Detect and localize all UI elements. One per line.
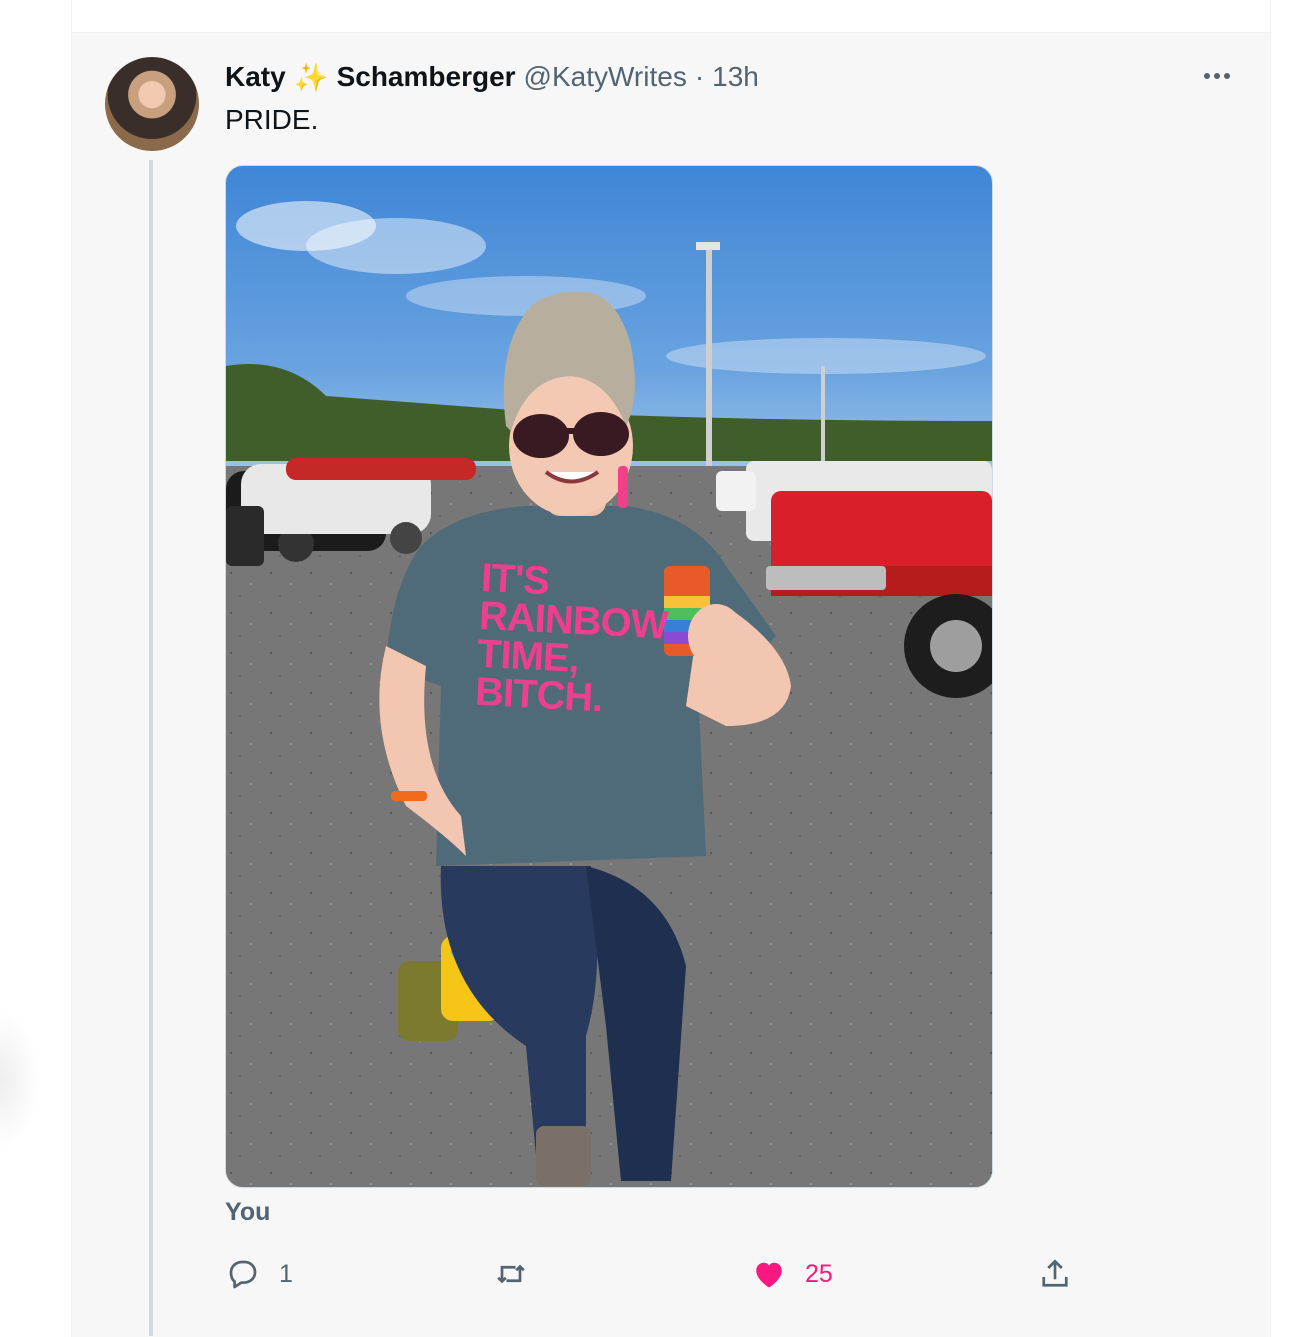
reply-icon <box>229 1260 257 1289</box>
shirt-graphic-text: IT'S RAINBOW TIME, BITCH. <box>474 556 682 721</box>
tweet-photo[interactable]: IT'S RAINBOW TIME, BITCH. <box>225 165 993 1188</box>
sparkle-icon: ✨ <box>293 61 329 93</box>
tweet-text: PRIDE. <box>225 104 319 135</box>
thread-line <box>149 160 153 1336</box>
author-avatar[interactable] <box>105 57 199 151</box>
retweet-button[interactable] <box>493 1252 547 1296</box>
like-button[interactable]: 25 <box>751 1252 833 1296</box>
author-first-name[interactable]: Katy <box>225 61 286 93</box>
header-separator: · <box>694 61 705 92</box>
tweet-timestamp[interactable]: 13h <box>712 61 759 93</box>
background-shadow <box>0 1010 40 1150</box>
author-last-name[interactable]: Schamberger <box>337 61 516 93</box>
reply-count: 1 <box>279 1259 293 1288</box>
share-icon <box>1042 1259 1068 1287</box>
reply-button[interactable]: 1 <box>225 1252 293 1296</box>
retweet-icon <box>497 1264 525 1284</box>
share-button[interactable] <box>1037 1252 1073 1296</box>
heart-filled-icon <box>756 1262 782 1288</box>
tagged-user-label[interactable]: You <box>225 1198 270 1227</box>
previous-tweet-edge <box>71 0 1271 32</box>
author-handle[interactable]: @KatyWrites <box>524 61 687 93</box>
tweet-actions-bar: 1 25 <box>225 1252 1085 1296</box>
tweet-header: Katy ✨ Schamberger @KatyWrites · 13h <box>225 60 759 94</box>
more-options-icon[interactable] <box>1200 64 1234 88</box>
like-count: 25 <box>805 1259 833 1288</box>
